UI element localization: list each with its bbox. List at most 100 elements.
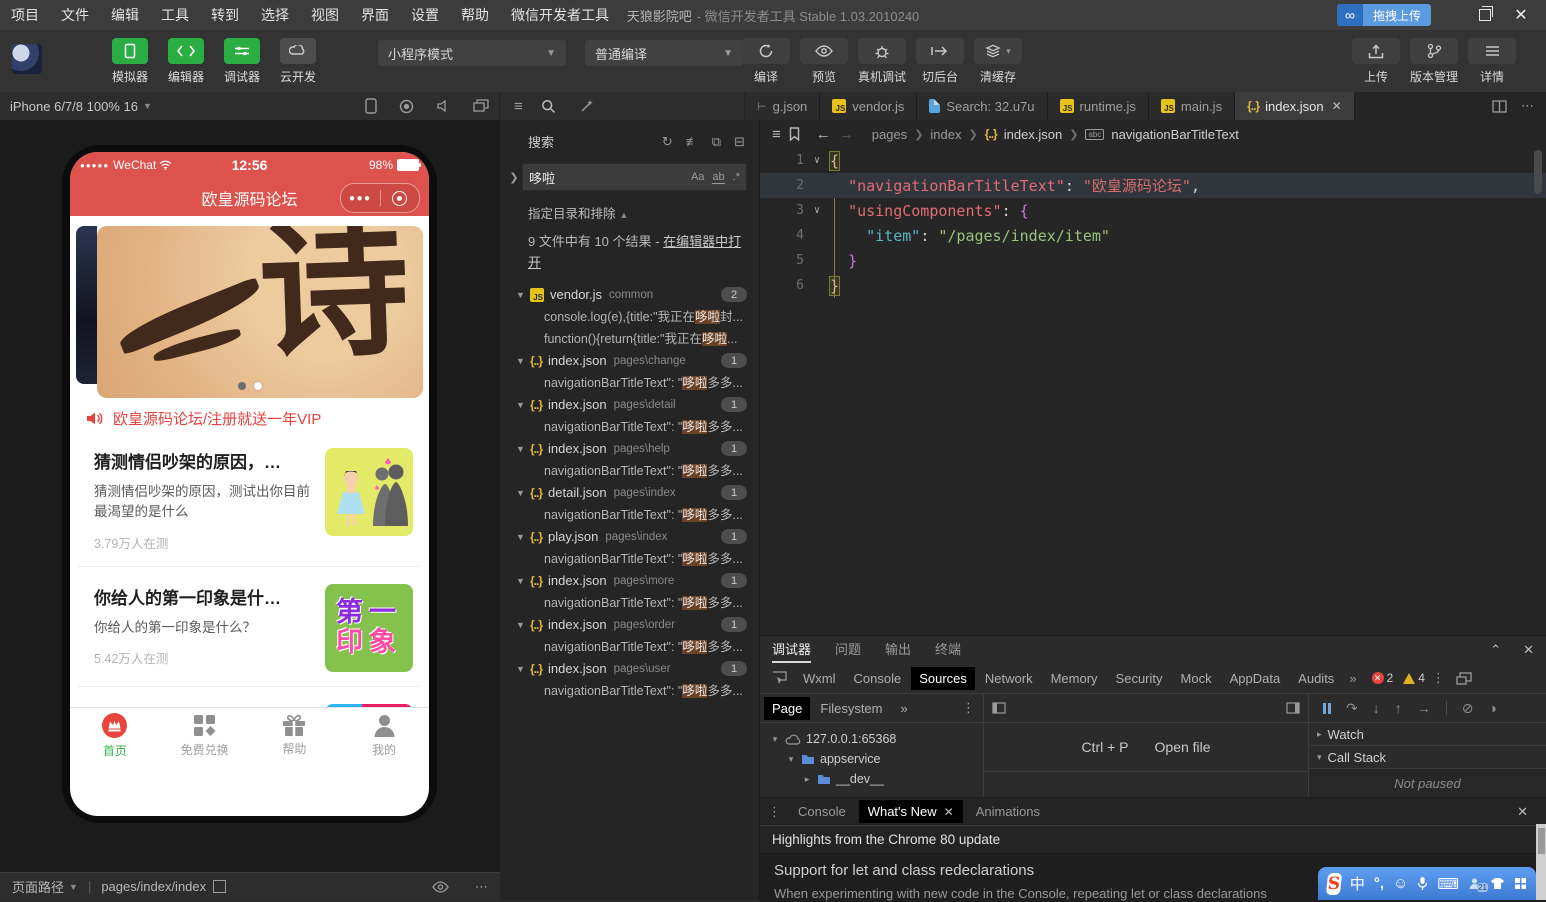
tree-node-appservice[interactable]: ▾ appservice <box>760 749 983 769</box>
search-result-match[interactable]: navigationBarTitleText": "哆啦多多... <box>500 460 759 482</box>
list-item[interactable]: 你给人的第一印象是什… 你给人的第一印象是什么？ 5.42万人在测 第一 印象 <box>70 567 429 686</box>
search-result-match[interactable]: navigationBarTitleText": "哆啦多多... <box>500 592 759 614</box>
menu-item-6[interactable]: 选择 <box>250 0 300 30</box>
announcement-bar[interactable]: 欧皇源码论坛/注册就送一年VIP <box>70 398 429 431</box>
search-result-match[interactable]: navigationBarTitleText": "哆啦多多... <box>500 636 759 658</box>
breadcrumb-item[interactable]: navigationBarTitleText <box>1111 127 1238 142</box>
sidebar-menu-icon[interactable]: ⋮ <box>962 700 975 716</box>
account-icon[interactable]: 21 <box>1468 877 1488 892</box>
editor-tab-index.json[interactable]: {..} index.json ✕ <box>1235 92 1355 120</box>
close-tab-icon[interactable]: ✕ <box>1332 99 1342 113</box>
forward-icon[interactable]: → <box>839 126 854 143</box>
menu-item-1[interactable]: 项目 <box>0 0 50 30</box>
pause-icon[interactable] <box>1323 702 1331 714</box>
skin-icon[interactable] <box>1490 877 1505 890</box>
panel-toggle-调试器[interactable]: 调试器 <box>220 38 264 85</box>
callstack-section[interactable]: ▾ Call Stack <box>1309 746 1546 769</box>
search-result-match[interactable]: navigationBarTitleText": "哆啦多多... <box>500 680 759 702</box>
multi-window-icon[interactable] <box>473 98 489 114</box>
phone-icon[interactable] <box>365 98 377 114</box>
more-options-icon[interactable]: ⋯ <box>475 879 488 895</box>
search-icon[interactable] <box>541 99 556 114</box>
chevron-down-icon[interactable]: ▾ <box>786 754 796 765</box>
ime-toolbar[interactable]: S 中 °, ☺ ⌨ 21 <box>1318 867 1536 900</box>
action-预览[interactable]: 预览 <box>800 38 848 85</box>
menu-item-11[interactable]: 微信开发者工具 <box>500 0 620 30</box>
search-result-match[interactable]: navigationBarTitleText": "哆啦多多... <box>500 504 759 526</box>
search-result-match[interactable]: navigationBarTitleText": "哆啦多多... <box>500 548 759 570</box>
inspect-icon[interactable] <box>772 670 787 686</box>
warning-badge[interactable]: 4 <box>1403 671 1425 685</box>
fold-icon[interactable]: ∨ <box>804 155 830 166</box>
search-result-file[interactable]: ▼ {..} index.json pages\more 1 <box>500 570 759 592</box>
editor-tab-g.json[interactable]: ⊢ g.json <box>745 92 821 120</box>
sogou-logo-icon[interactable]: S <box>1325 872 1342 895</box>
eye-icon[interactable] <box>432 879 449 895</box>
collapse-panel-icon[interactable]: ⌃ <box>1490 642 1501 658</box>
open-in-editor-icon[interactable]: ⧉ <box>712 134 721 150</box>
mute-icon[interactable] <box>436 98 451 114</box>
phone-tab-我的[interactable]: 我的 <box>339 708 429 762</box>
debugger-tab-终端[interactable]: 终端 <box>935 636 961 663</box>
devtools-tab-network[interactable]: Network <box>977 667 1041 690</box>
undock-icon[interactable] <box>1456 671 1472 685</box>
devtools-menu-icon[interactable]: ⋮ <box>1427 670 1450 686</box>
device-selector[interactable]: iPhone 6/7/8 100% 16 <box>10 99 138 114</box>
search-result-match[interactable]: function(){return{title:"我正在哆啦... <box>500 328 759 350</box>
step-into-icon[interactable]: ↓ <box>1373 700 1380 716</box>
chevron-down-icon[interactable]: ▾ <box>770 734 780 745</box>
page-path-label[interactable]: 页面路径 <box>12 877 64 896</box>
step-out-icon[interactable]: ↑ <box>1395 700 1402 716</box>
list-item[interactable]: 猜测情侣吵架的原因，… 猜测情侣吵架的原因，测试出你目前最渴望的是什么 3.79万人… <box>70 431 429 566</box>
keyboard-icon[interactable]: ⌨ <box>1437 875 1459 893</box>
devtools-tab-mock[interactable]: Mock <box>1173 667 1220 690</box>
menu-item-7[interactable]: 视图 <box>300 0 350 30</box>
code-line-1[interactable]: 1 ∨{ <box>760 148 1546 173</box>
bookmark-icon[interactable] <box>789 127 800 141</box>
search-result-match[interactable]: console.log(e),{title:"我正在哆啦封... <box>500 306 759 328</box>
carousel-main-slide[interactable]: 诗 <box>97 226 423 398</box>
step-icon[interactable]: → <box>1417 700 1431 716</box>
phone-screen[interactable]: ●●●●● WeChat 12:56 98% 欧皇源码论坛 ●●● 诗 欧皇源码… <box>70 152 429 816</box>
pane-tab-page[interactable]: Page <box>764 696 811 720</box>
search-result-file[interactable]: ▼ {..} index.json pages\order 1 <box>500 614 759 636</box>
close-panel-icon[interactable]: ✕ <box>1523 642 1534 658</box>
close-drawer-icon[interactable]: ✕ <box>1517 804 1538 820</box>
drawer-tab-console[interactable]: Console <box>789 800 855 823</box>
code-line-2[interactable]: 2 "navigationBarTitleText": "欧皇源码论坛", <box>760 173 1546 198</box>
drawer-tab-what-s-new[interactable]: What's New ✕ <box>858 800 963 823</box>
devtools-tab-audits[interactable]: Audits <box>1290 667 1342 690</box>
more-icon[interactable]: ●●● <box>341 193 380 204</box>
show-debugger-icon[interactable] <box>1286 702 1300 714</box>
regex-icon[interactable]: .* <box>733 171 740 183</box>
fold-icon[interactable]: ∨ <box>804 205 830 216</box>
deactivate-breakpoints-icon[interactable]: ⊘ <box>1462 700 1474 717</box>
emoji-icon[interactable]: ☺ <box>1393 875 1408 892</box>
debugger-tab-输出[interactable]: 输出 <box>885 636 911 663</box>
breadcrumb-item[interactable]: pages <box>872 127 907 142</box>
search-result-file[interactable]: ▼ {..} index.json pages\change 1 <box>500 350 759 372</box>
close-window-icon[interactable]: ✕ <box>1512 6 1530 24</box>
devtools-tab-console[interactable]: Console <box>846 667 910 690</box>
action-切后台[interactable]: 切后台 <box>916 38 965 85</box>
breadcrumb-item[interactable]: index.json <box>1004 127 1063 142</box>
menu-item-3[interactable]: 编辑 <box>100 0 150 30</box>
chevron-right-icon[interactable]: ▸ <box>802 774 812 785</box>
action-清缓存[interactable]: ▾ 清缓存 <box>974 38 1023 85</box>
outline-icon[interactable]: ≡ <box>772 126 781 143</box>
minimize-target-icon[interactable] <box>381 190 420 206</box>
quick-open-label[interactable]: Open file <box>1155 739 1211 755</box>
devtools-tab-appdata[interactable]: AppData <box>1222 667 1289 690</box>
error-badge[interactable]: ✕ 2 <box>1371 671 1393 685</box>
record-icon[interactable] <box>399 98 414 114</box>
editor-tab-Search: 32.u7u[interactable]: Search: 32.u7u <box>917 92 1048 120</box>
code-line-3[interactable]: 3 ∨ "usingComponents": { <box>760 198 1546 223</box>
editor-scrollbar[interactable] <box>1534 150 1542 194</box>
back-icon[interactable]: ← <box>816 126 831 143</box>
menu-item-10[interactable]: 帮助 <box>450 0 500 30</box>
collapse-all-icon[interactable]: ⊟ <box>734 134 745 150</box>
tree-node-__dev__[interactable]: ▸ __dev__ <box>760 769 983 789</box>
refresh-results-icon[interactable]: ↻ <box>662 134 673 150</box>
search-result-match[interactable]: navigationBarTitleText": "哆啦多多... <box>500 416 759 438</box>
restore-window-icon[interactable] <box>1476 6 1494 24</box>
